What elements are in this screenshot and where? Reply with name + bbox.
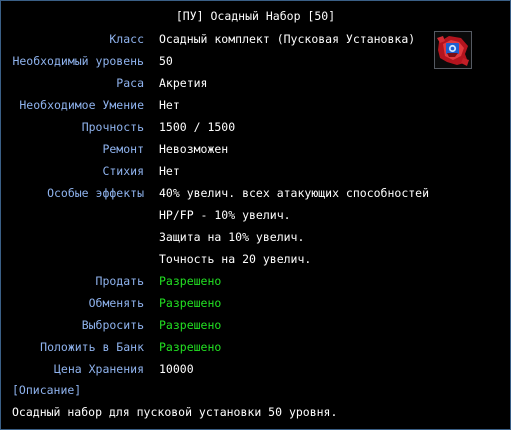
property-row-element: Стихия Нет — [1, 163, 510, 179]
property-label: Необходимый уровень — [12, 54, 144, 68]
property-value: Нет — [159, 98, 180, 112]
permission-row-drop: Выбросить Разрешено — [1, 317, 510, 333]
permission-label: Продать — [95, 274, 144, 288]
permission-row-trade: Обменять Разрешено — [1, 295, 510, 311]
property-label: Прочность — [81, 120, 144, 134]
property-label: Класс — [109, 32, 144, 46]
permission-label: Выбросить — [81, 318, 144, 332]
permission-value: Разрешено — [159, 318, 222, 332]
property-label: Стихия — [102, 164, 144, 178]
property-row-required-level: Необходимый уровень 50 — [1, 53, 510, 69]
property-label: Ремонт — [102, 142, 144, 156]
permission-label: Обменять — [88, 296, 144, 310]
permission-row-sell: Продать Разрешено — [1, 273, 510, 289]
permission-value: Разрешено — [159, 296, 222, 310]
property-row-class: Класс Осадный комплект (Пусковая Установ… — [1, 31, 510, 47]
property-label: Особые эффекты — [47, 186, 144, 200]
property-row-race: Раса Акретия — [1, 75, 510, 91]
property-value: Нет — [159, 164, 180, 178]
property-row-required-skill: Необходимое Умение Нет — [1, 97, 510, 113]
property-value: Невозможен — [159, 142, 229, 156]
description-text: Осадный набор для пусковой установки 50 … — [12, 405, 338, 419]
effect-value: Защита на 10% увелич. — [159, 230, 305, 244]
property-value: Осадный комплект (Пусковая Установка) — [159, 32, 416, 46]
storage-cost-value: 10000 — [159, 362, 194, 376]
item-tooltip: [ПУ] Осадный Набор [50] Класс Осадный ко… — [0, 0, 511, 430]
effect-row: Точность на 20 увелич. — [1, 251, 510, 267]
description-header: [Описание] — [12, 383, 82, 397]
property-value: 50 — [159, 54, 173, 68]
property-row-repair: Ремонт Невозможен — [1, 141, 510, 157]
property-row-special-effects: Особые эффекты 40% увелич. всех атакующи… — [1, 185, 510, 201]
property-value: Акретия — [159, 76, 208, 90]
property-value: 40% увелич. всех атакующих способностей — [159, 186, 430, 200]
property-row-durability: Прочность 1500 / 1500 — [1, 119, 510, 135]
permission-row-bank: Положить в Банк Разрешено — [1, 339, 510, 355]
effect-row: Защита на 10% увелич. — [1, 229, 510, 245]
property-label: Раса — [116, 76, 144, 90]
permission-value: Разрешено — [159, 274, 222, 288]
permission-value: Разрешено — [159, 340, 222, 354]
item-title: [ПУ] Осадный Набор [50] — [175, 9, 336, 23]
storage-cost-label: Цена Хранения — [53, 362, 144, 376]
effect-value: Точность на 20 увелич. — [159, 252, 312, 266]
effect-value: HP/FP - 10% увелич. — [159, 208, 291, 222]
effect-row: HP/FP - 10% увелич. — [1, 207, 510, 223]
storage-cost-row: Цена Хранения 10000 — [1, 361, 510, 377]
permission-label: Положить в Банк — [40, 340, 144, 354]
property-label: Необходимое Умение — [19, 98, 144, 112]
property-value: 1500 / 1500 — [159, 120, 236, 134]
